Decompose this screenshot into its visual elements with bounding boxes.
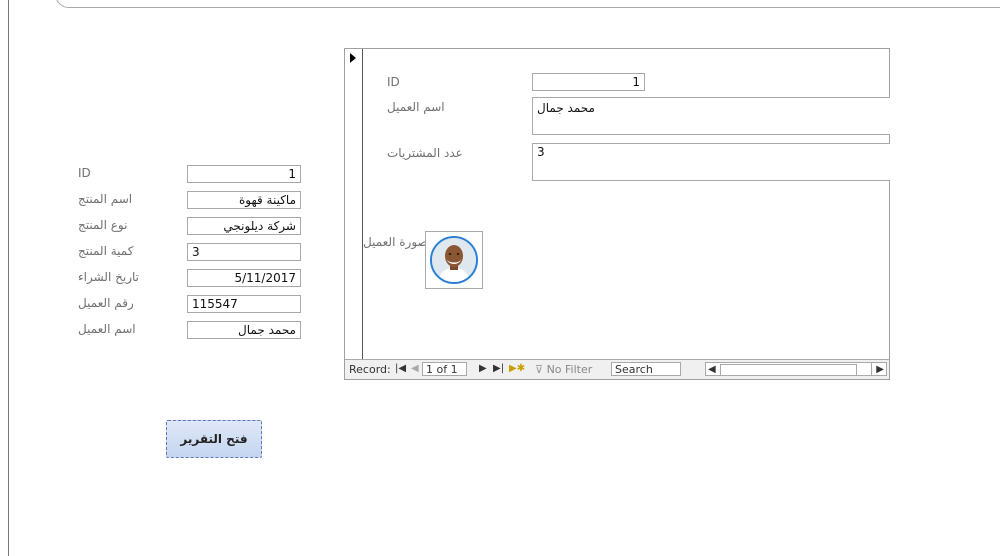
subform-customer-name-value: محمد جمال <box>537 101 595 115</box>
record-search-input[interactable]: Search <box>611 362 681 376</box>
scroll-separator <box>871 363 872 375</box>
horizontal-scrollbar[interactable]: ◀ ▶ <box>705 362 887 376</box>
purchases-count-label: عدد المشتريات <box>387 146 463 160</box>
customer-photo-label: صورة العميل <box>363 235 428 249</box>
record-navigation-bar: Record: |◀ ◀ 1 of 1 ▶ ▶| ▶✱ ⊽ No Filter … <box>345 359 889 379</box>
record-label: Record: <box>349 363 391 376</box>
customer-number-field[interactable]: 115547 <box>187 295 301 313</box>
subform-id-field[interactable]: 1 <box>532 73 645 91</box>
customer-photo-frame[interactable] <box>425 231 483 289</box>
product-type-label: نوع المنتج <box>78 218 128 232</box>
scroll-left-icon[interactable]: ◀ <box>708 363 716 376</box>
main-id-field[interactable]: 1 <box>187 165 301 183</box>
scroll-right-icon[interactable]: ▶ <box>876 363 884 376</box>
purchases-count-field[interactable]: 3 <box>532 143 890 181</box>
product-name-field[interactable]: ماكينة قهوة <box>187 191 301 209</box>
subform-customer-name-label: اسم العميل <box>387 100 445 114</box>
last-record-icon[interactable]: ▶| <box>493 363 504 374</box>
filter-status-label: No Filter <box>546 363 593 376</box>
subform-customer-name-field[interactable]: محمد جمال <box>532 97 890 135</box>
window-left-border <box>8 0 9 556</box>
first-record-icon[interactable]: |◀ <box>395 363 406 374</box>
customer-number-label: رقم العميل <box>78 296 134 310</box>
record-selector[interactable] <box>345 49 363 360</box>
customer-name-label: اسم العميل <box>78 322 136 336</box>
scroll-thumb[interactable] <box>720 364 857 376</box>
product-quantity-label: كمية المنتج <box>78 244 134 258</box>
customer-photo-image <box>430 236 478 284</box>
product-type-field[interactable]: شركة ديلونجي <box>187 217 301 235</box>
purchase-date-field[interactable]: 5/11/2017 <box>187 269 301 287</box>
filter-icon: ⊽ <box>535 363 544 376</box>
subform-id-label: ID <box>387 75 400 89</box>
previous-record-icon[interactable]: ◀ <box>411 363 419 374</box>
product-quantity-field[interactable]: 3 <box>187 243 301 261</box>
open-report-button[interactable]: فتح التقرير <box>166 420 262 458</box>
document-tab-strip <box>55 0 1000 8</box>
main-id-label: ID <box>78 166 91 180</box>
record-selector-arrow-icon <box>350 53 356 63</box>
customer-name-field[interactable]: محمد جمال <box>187 321 301 339</box>
purchase-date-label: تاريخ الشراء <box>78 270 139 284</box>
current-record-input[interactable]: 1 of 1 <box>422 362 467 376</box>
filter-status[interactable]: ⊽ No Filter <box>535 363 592 376</box>
next-record-icon[interactable]: ▶ <box>479 363 487 374</box>
customer-subform: ID 1 اسم العميل محمد جمال عدد المشتريات … <box>344 48 890 380</box>
new-record-icon[interactable]: ▶✱ <box>509 363 525 374</box>
product-name-label: اسم المنتج <box>78 192 133 206</box>
